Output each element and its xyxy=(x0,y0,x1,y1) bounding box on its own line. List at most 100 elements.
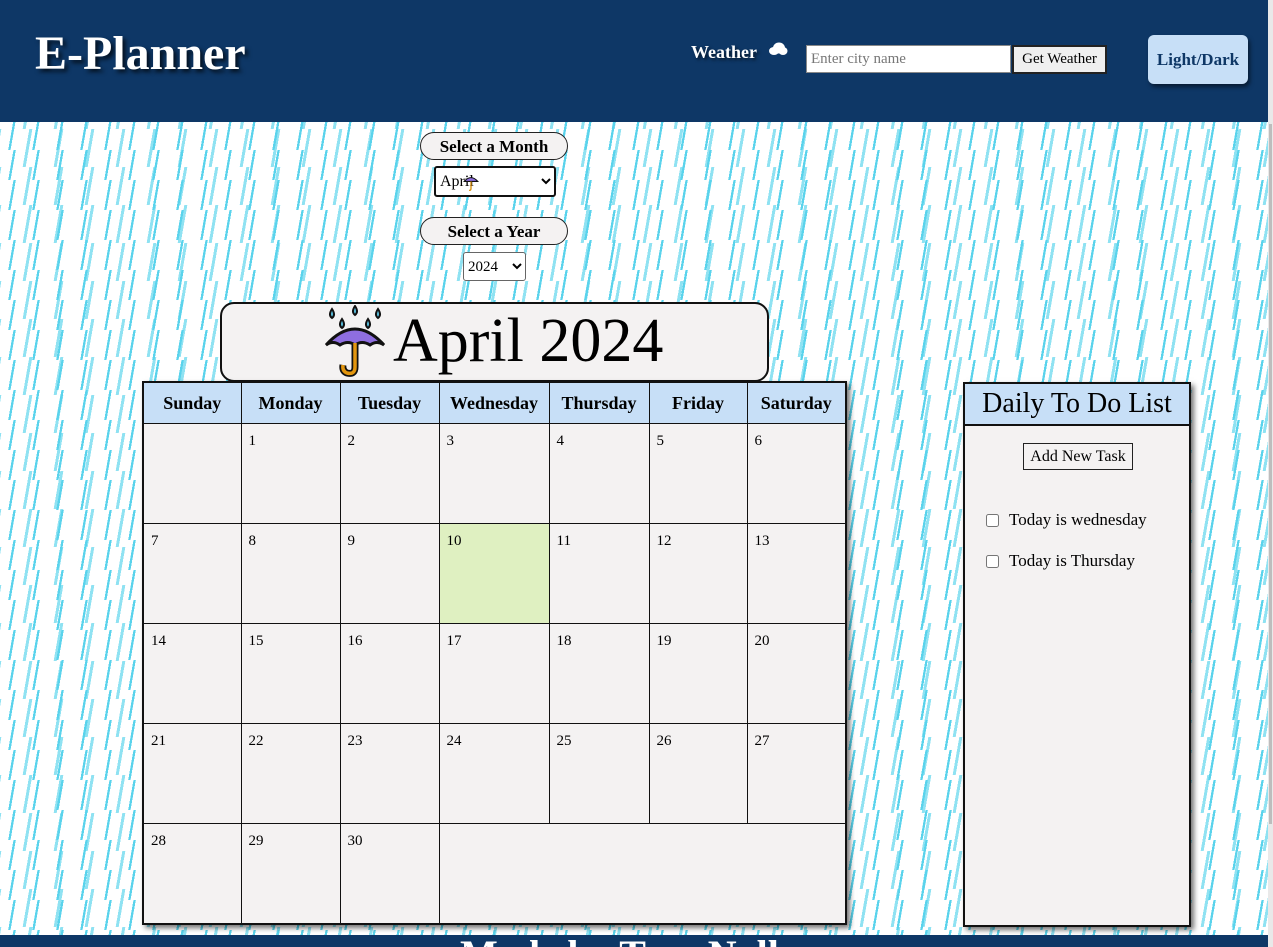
calendar-day-empty xyxy=(142,423,242,524)
app-header: E-Planner Weather Get Weather Light/Dark xyxy=(0,0,1268,122)
calendar-week-row: 21 22 23 24 25 26 27 xyxy=(142,723,847,824)
weekday-header: Wednesday xyxy=(438,381,550,424)
day-number: 9 xyxy=(347,533,356,549)
calendar-day[interactable]: 28 xyxy=(142,823,242,925)
calendar-day[interactable]: 5 xyxy=(648,423,748,524)
month-select[interactable]: April xyxy=(434,166,556,197)
weekday-header: Monday xyxy=(240,381,341,424)
calendar-week-row: 28 29 30 xyxy=(142,823,847,925)
calendar-day[interactable]: 7 xyxy=(142,523,242,624)
day-number: 29 xyxy=(248,833,264,849)
day-number: 13 xyxy=(754,533,770,549)
calendar-week-row: 7 8 9 10 11 12 13 xyxy=(142,523,847,624)
page-footer: Made by Trey Nalley xyxy=(0,935,1268,947)
calendar-day[interactable]: 13 xyxy=(746,523,847,624)
todo-item[interactable]: Today is Thursday xyxy=(986,551,1135,571)
calendar-day[interactable]: 22 xyxy=(240,723,341,824)
footer-credit: Made by Trey Nalley xyxy=(460,935,817,947)
day-number: 25 xyxy=(556,733,572,749)
weekday-header: Thursday xyxy=(548,381,650,424)
calendar-day[interactable]: 21 xyxy=(142,723,242,824)
todo-item[interactable]: Today is wednesday xyxy=(986,510,1147,530)
calendar-day[interactable]: 29 xyxy=(240,823,341,925)
day-number: 14 xyxy=(151,633,166,649)
calendar-day[interactable]: 27 xyxy=(746,723,847,824)
calendar-day[interactable]: 9 xyxy=(339,523,440,624)
calendar-day[interactable]: 3 xyxy=(438,423,550,524)
day-number: 16 xyxy=(347,633,363,649)
day-number: 27 xyxy=(754,733,770,749)
day-number: 5 xyxy=(656,433,665,449)
calendar-day[interactable]: 17 xyxy=(438,623,550,724)
todo-checkbox[interactable] xyxy=(986,554,999,568)
theme-toggle-button[interactable]: Light/Dark xyxy=(1148,35,1248,84)
year-select[interactable]: 2024 xyxy=(463,252,526,281)
weather-label: Weather xyxy=(691,42,757,62)
todo-checkbox[interactable] xyxy=(986,513,999,527)
day-number: 12 xyxy=(656,533,672,549)
day-number: 30 xyxy=(347,833,363,849)
calendar-day[interactable]: 2 xyxy=(339,423,440,524)
calendar-day[interactable]: 14 xyxy=(142,623,242,724)
calendar-title: April 2024 xyxy=(393,307,664,375)
day-number: 1 xyxy=(248,433,257,449)
month-label: Select a Month xyxy=(420,132,568,160)
weekday-header: Saturday xyxy=(746,381,847,424)
day-number: 22 xyxy=(248,733,264,749)
calendar-grid: Sunday Monday Tuesday Wednesday Thursday… xyxy=(142,381,847,925)
todo-item-text: Today is Thursday xyxy=(1009,551,1135,570)
calendar-day[interactable]: 18 xyxy=(548,623,650,724)
city-input[interactable] xyxy=(806,45,1011,73)
calendar-day-empty xyxy=(438,823,847,925)
day-number: 4 xyxy=(556,433,565,449)
calendar-day[interactable]: 26 xyxy=(648,723,748,824)
day-number: 7 xyxy=(151,533,159,549)
calendar-day[interactable]: 6 xyxy=(746,423,847,524)
day-number: 17 xyxy=(446,633,462,649)
calendar-day[interactable]: 19 xyxy=(648,623,748,724)
calendar-day-today[interactable]: 10 xyxy=(438,523,550,624)
calendar-day[interactable]: 4 xyxy=(548,423,650,524)
day-number: 6 xyxy=(754,433,763,449)
weekday-header: Sunday xyxy=(142,381,242,424)
calendar-week-row: 1 2 3 4 5 6 xyxy=(142,423,847,524)
day-number: 20 xyxy=(754,633,770,649)
calendar-day[interactable]: 12 xyxy=(648,523,748,624)
weekday-header-row: Sunday Monday Tuesday Wednesday Thursday… xyxy=(142,381,847,424)
day-number: 24 xyxy=(446,733,462,749)
day-number: 26 xyxy=(656,733,672,749)
day-number: 8 xyxy=(248,533,257,549)
weekday-header: Tuesday xyxy=(339,381,440,424)
calendar-day[interactable]: 11 xyxy=(548,523,650,624)
day-number: 10 xyxy=(446,533,462,549)
day-number: 11 xyxy=(556,533,571,549)
calendar-day[interactable]: 8 xyxy=(240,523,341,624)
calendar-day[interactable]: 25 xyxy=(548,723,650,824)
todo-title: Daily To Do List xyxy=(965,384,1189,426)
calendar-day[interactable]: 24 xyxy=(438,723,550,824)
day-number: 19 xyxy=(656,633,672,649)
calendar-day[interactable]: 20 xyxy=(746,623,847,724)
scrollbar-thumb[interactable] xyxy=(1269,124,1272,824)
year-label: Select a Year xyxy=(420,217,568,245)
day-number: 28 xyxy=(151,833,166,849)
day-number: 2 xyxy=(347,433,356,449)
calendar-day[interactable]: 15 xyxy=(240,623,341,724)
umbrella-rain-icon xyxy=(324,305,386,377)
calendar-week-row: 14 15 16 17 18 19 20 xyxy=(142,623,847,724)
app-logo: E-Planner xyxy=(35,27,246,80)
day-number: 18 xyxy=(556,633,572,649)
day-number: 15 xyxy=(248,633,264,649)
todo-panel: Daily To Do List Add New Task Today is w… xyxy=(963,382,1191,927)
cloud-icon xyxy=(769,42,788,55)
calendar-day[interactable]: 23 xyxy=(339,723,440,824)
weekday-header: Friday xyxy=(648,381,748,424)
day-number: 3 xyxy=(446,433,455,449)
calendar-day[interactable]: 1 xyxy=(240,423,341,524)
calendar-day[interactable]: 30 xyxy=(339,823,440,925)
todo-item-text: Today is wednesday xyxy=(1009,510,1147,529)
calendar-day[interactable]: 16 xyxy=(339,623,440,724)
get-weather-button[interactable]: Get Weather xyxy=(1012,45,1107,74)
add-task-button[interactable]: Add New Task xyxy=(1023,443,1133,470)
day-number: 21 xyxy=(151,733,166,749)
